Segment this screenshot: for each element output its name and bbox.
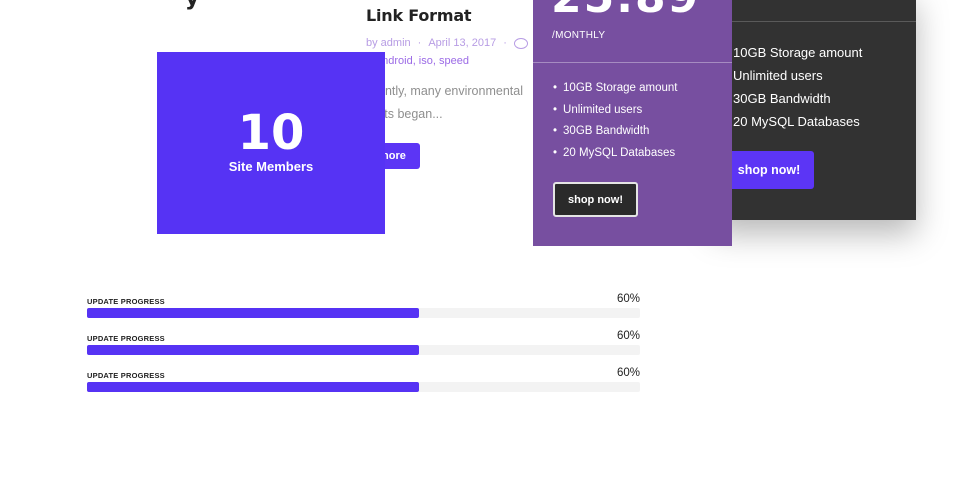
pricing-feature: 10GB Storage amount [733, 45, 863, 60]
counter-label: Site Members [228, 159, 314, 174]
comment-icon [513, 37, 528, 49]
progress-label: UPDATE PROGRESS [87, 297, 165, 306]
progress-fill [87, 345, 419, 355]
pricing-divider [712, 21, 916, 22]
progress-label: UPDATE PROGRESS [87, 371, 165, 380]
progress-value: 60% [616, 367, 640, 379]
page: y Link Format by admin · April 13, 2017 … [0, 0, 965, 500]
pricing-card-purple: 25.89 /MONTHLY 10GB Storage amount Unlim… [533, 0, 732, 246]
pricing-feature-list: 10GB Storage amount Unlimited users 30GB… [553, 78, 677, 164]
progress-track [87, 308, 640, 318]
shop-now-button[interactable]: shop now! [724, 151, 814, 189]
pricing-feature: 30GB Bandwidth [733, 91, 831, 106]
pricing-price: 25.89 [551, 0, 700, 20]
pricing-divider [533, 62, 732, 63]
pricing-feature: 20 MySQL Databases [733, 114, 860, 129]
pricing-feature: 20 MySQL Databases [553, 143, 677, 165]
progress-value: 60% [616, 330, 640, 342]
pricing-feature: Unlimited users [553, 100, 677, 122]
meta-separator: · [417, 37, 422, 49]
pricing-period: /MONTHLY [552, 30, 606, 41]
post-date[interactable]: April 13, 2017 [428, 37, 496, 49]
meta-separator: · [503, 37, 507, 49]
progress-track [87, 345, 640, 355]
pricing-card-dark: 10GB Storage amount Unlimited users 30GB… [712, 0, 916, 220]
site-members-counter: 10 Site Members [157, 52, 385, 234]
cut-off-heading: y [185, 0, 199, 11]
counter-number: 10 [237, 105, 305, 161]
pricing-feature: Unlimited users [733, 68, 823, 83]
post-author[interactable]: by admin [366, 37, 411, 49]
progress-track [87, 382, 640, 392]
pricing-feature: 10GB Storage amount [553, 78, 677, 100]
excerpt-line: ently, many environmental [378, 84, 523, 98]
excerpt-line: sts began... [378, 107, 443, 121]
shop-now-button[interactable]: shop now! [553, 182, 638, 217]
pricing-feature: 30GB Bandwidth [553, 121, 677, 143]
progress-fill [87, 308, 419, 318]
progress-label: UPDATE PROGRESS [87, 334, 165, 343]
progress-value: 60% [616, 293, 640, 305]
post-excerpt: ently, many environmental sts began... [378, 80, 538, 126]
progress-fill [87, 382, 419, 392]
post-tags[interactable]: android, iso, speed [376, 55, 469, 67]
pricing-feature-list: 10GB Storage amount Unlimited users 30GB… [733, 41, 862, 133]
